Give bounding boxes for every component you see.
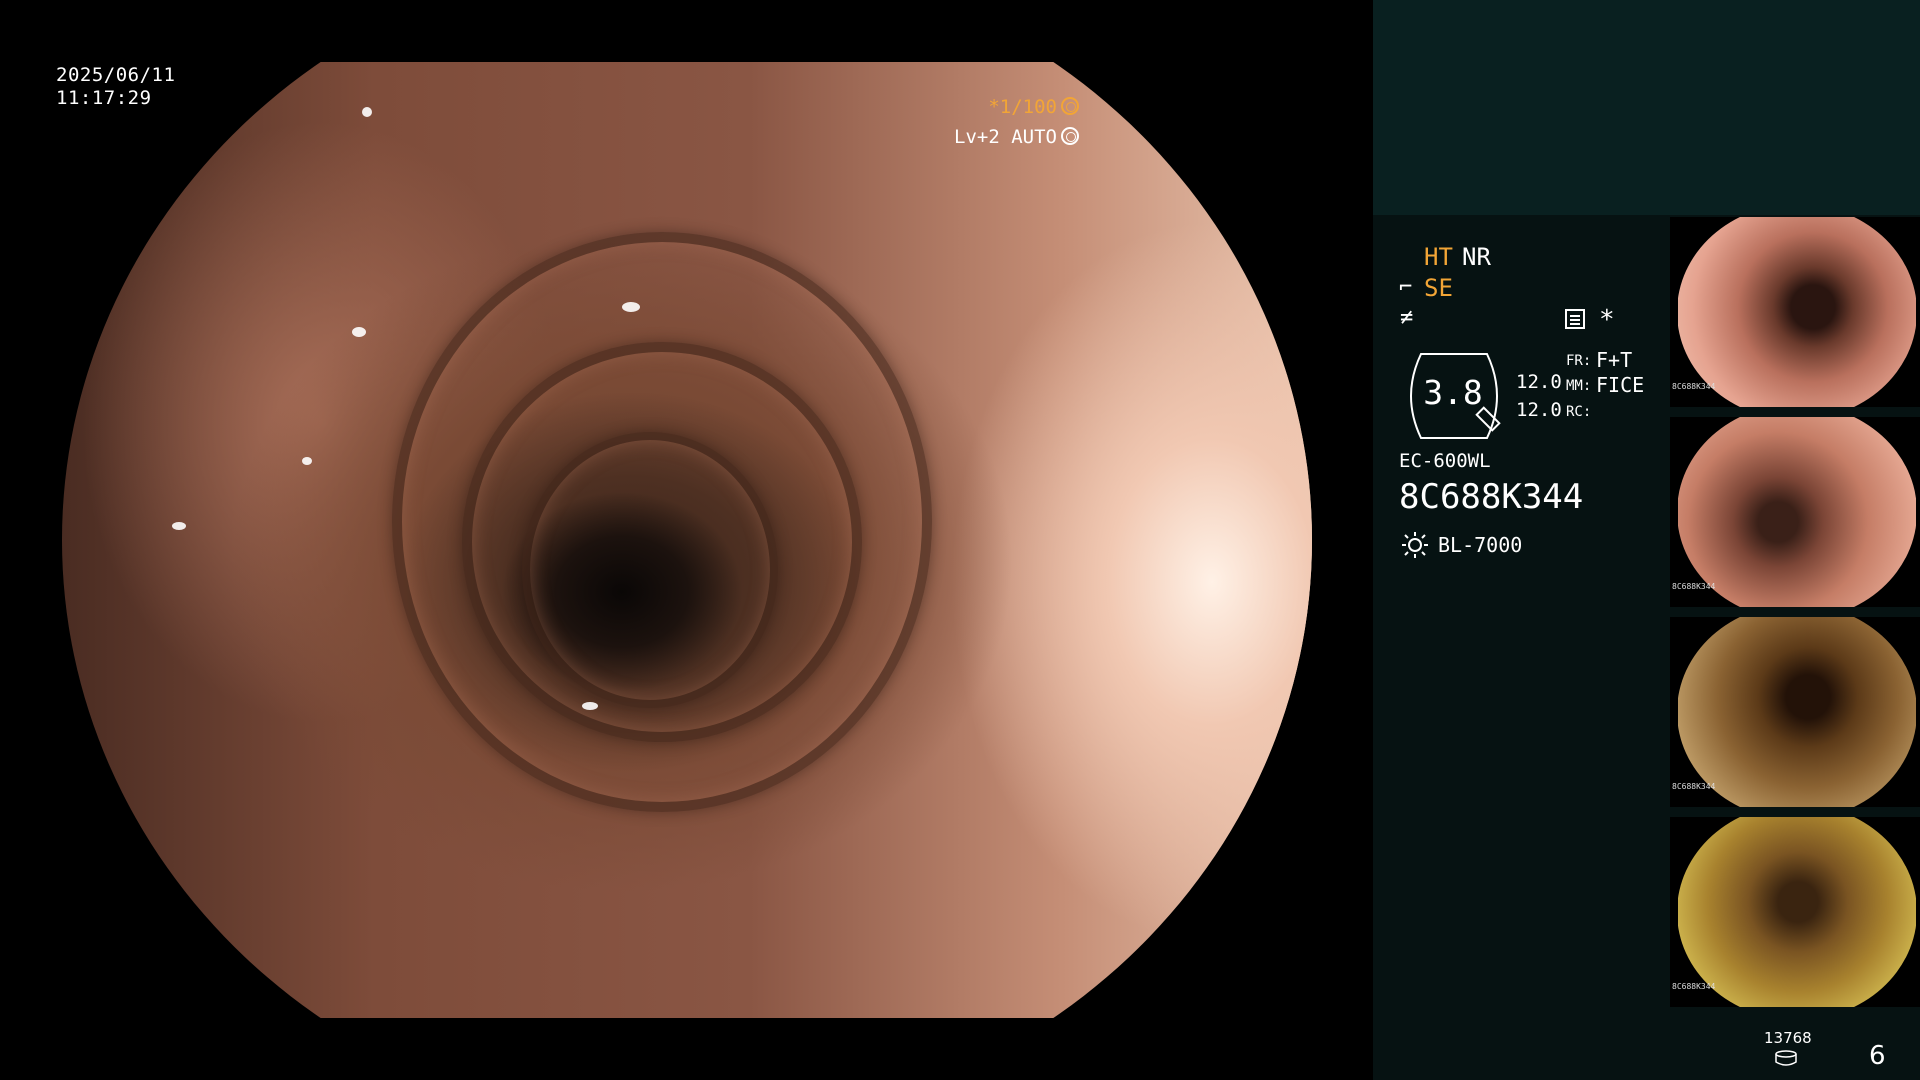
shutter-indicator: *1/100 — [988, 96, 1079, 118]
level-indicator: Lv+2 AUTO — [954, 126, 1079, 148]
captured-thumbnail[interactable]: 8C688K344 — [1670, 817, 1920, 1007]
mm-value: FICE — [1596, 373, 1645, 397]
date-label: 2025/06/11 — [56, 64, 176, 86]
se-indicator: SE — [1424, 274, 1453, 302]
thumbnail-serial: 8C688K344 — [1672, 782, 1716, 791]
freeze-icon: ≠ — [1400, 305, 1414, 330]
panel-header-area — [1373, 0, 1920, 215]
zoom-a-value: 12.0 — [1516, 371, 1562, 393]
thumbnail-image — [1678, 817, 1916, 1007]
thumbnail-image — [1678, 617, 1916, 807]
thumbnail-image — [1678, 217, 1916, 407]
thumbnail-serial: 8C688K344 — [1672, 582, 1716, 591]
mm-key: MM: — [1566, 378, 1592, 394]
scope-model: EC-600WL — [1399, 450, 1491, 472]
fr-value: F+T — [1596, 348, 1633, 372]
scope-serial: 8C688K344 — [1399, 477, 1584, 517]
light-source-icon — [1402, 532, 1428, 558]
zoom-b-value: 12.0 — [1516, 399, 1562, 421]
menu-icon — [1565, 309, 1585, 329]
level-label: Lv+2 AUTO — [954, 126, 1057, 148]
thumbnail-serial: 8C688K344 — [1672, 382, 1716, 391]
fr-key: FR: — [1566, 353, 1592, 369]
structure-enhance-icon: ⌐ — [1399, 275, 1413, 300]
nr-indicator: NR — [1462, 243, 1491, 271]
captured-thumbnail[interactable]: 8C688K344 — [1670, 617, 1920, 807]
shutter-label: *1/100 — [988, 96, 1057, 118]
light-reflection — [302, 457, 312, 465]
light-reflection — [362, 107, 372, 117]
ht-indicator: HT — [1424, 243, 1453, 271]
thumbnail-serial: 8C688K344 — [1672, 982, 1716, 991]
rc-key: RC: — [1566, 404, 1592, 420]
light-reflection — [352, 327, 366, 337]
endoscope-view — [62, 62, 1312, 1018]
auto-exposure-icon — [1061, 127, 1079, 145]
thumbnail-image — [1678, 417, 1916, 607]
light-source-label: BL-7000 — [1438, 533, 1523, 557]
storage-disk-icon — [1775, 1050, 1797, 1066]
iris-icon — [1061, 97, 1079, 115]
date-time: 2025/06/11 11:17:29 — [56, 64, 175, 110]
captured-thumbnail[interactable]: 8C688K344 — [1670, 217, 1920, 407]
storage-counter: 13768 — [1764, 1029, 1812, 1047]
asterisk-indicator: * — [1599, 305, 1615, 335]
page-number: 6 — [1869, 1041, 1886, 1071]
light-reflection — [582, 702, 598, 710]
zoom-value: 3.8 — [1423, 373, 1483, 412]
light-reflection — [172, 522, 186, 530]
light-reflection — [622, 302, 640, 312]
time-label: 11:17:29 — [56, 87, 152, 109]
mucosa-fold — [522, 432, 778, 708]
captured-thumbnail[interactable]: 8C688K344 — [1670, 417, 1920, 607]
